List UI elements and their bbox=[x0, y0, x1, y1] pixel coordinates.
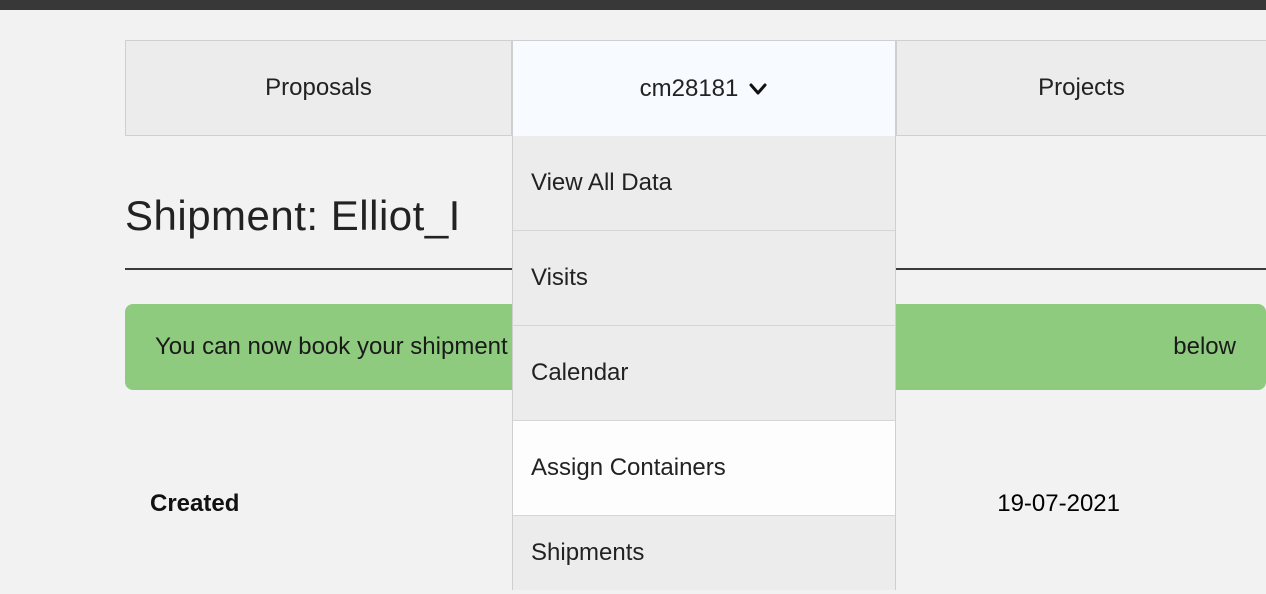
tab-label: cm28181 bbox=[640, 75, 739, 103]
dropdown-item-assign-containers[interactable]: Assign Containers bbox=[513, 421, 895, 516]
tab-projects[interactable]: Projects bbox=[896, 40, 1266, 136]
dropdown-item-visits[interactable]: Visits bbox=[513, 231, 895, 326]
chevron-down-icon bbox=[748, 79, 768, 99]
alert-text-right: below bbox=[1173, 333, 1236, 361]
dropdown-label: View All Data bbox=[531, 169, 672, 197]
window-topbar bbox=[0, 0, 1266, 10]
created-value: 19-07-2021 bbox=[997, 490, 1150, 518]
created-label: Created bbox=[150, 490, 239, 518]
tab-label: Proposals bbox=[265, 74, 372, 102]
proposal-dropdown: View All Data Visits Calendar Assign Con… bbox=[512, 136, 896, 590]
heading-prefix: Shipment: bbox=[125, 192, 331, 239]
tab-bar: Proposals cm28181 Projects bbox=[125, 40, 1266, 136]
dropdown-item-view-all[interactable]: View All Data bbox=[513, 136, 895, 231]
dropdown-label: Assign Containers bbox=[531, 454, 726, 482]
alert-text-left: You can now book your shipment bbox=[155, 333, 508, 361]
dropdown-label: Visits bbox=[531, 264, 588, 292]
heading-name: Elliot_I bbox=[331, 192, 461, 239]
dropdown-label: Shipments bbox=[531, 539, 644, 567]
dropdown-item-shipments[interactable]: Shipments bbox=[513, 516, 895, 590]
tab-label: Projects bbox=[1038, 74, 1125, 102]
dropdown-label: Calendar bbox=[531, 359, 628, 387]
dropdown-item-calendar[interactable]: Calendar bbox=[513, 326, 895, 421]
tab-proposals[interactable]: Proposals bbox=[125, 40, 512, 136]
tab-active-proposal[interactable]: cm28181 bbox=[512, 40, 896, 136]
